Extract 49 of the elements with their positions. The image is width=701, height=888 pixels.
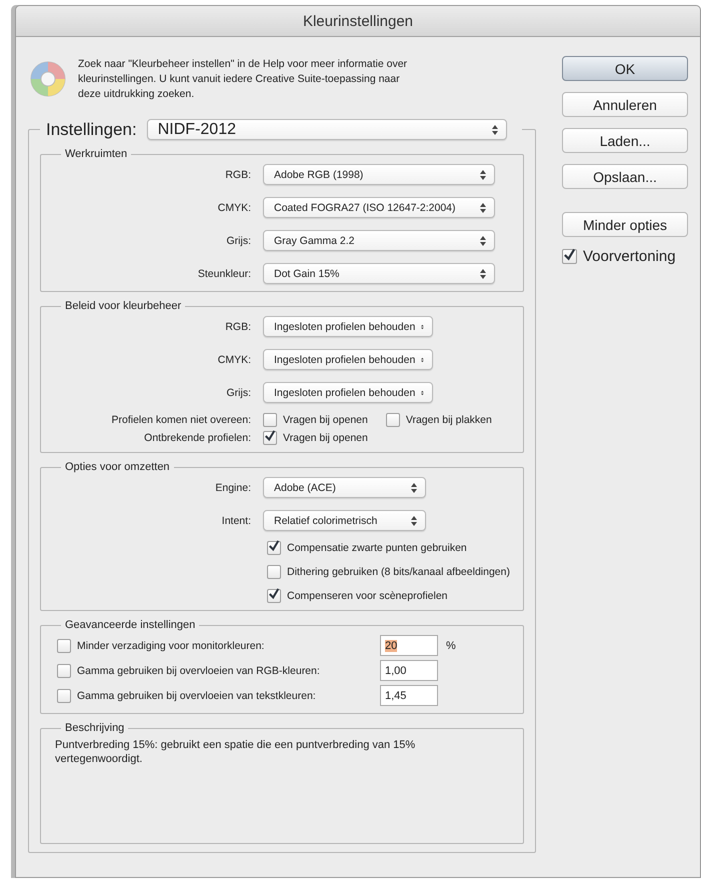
field-label: Steunkleur: bbox=[196, 268, 251, 280]
dropdown[interactable]: Dot Gain 15% bbox=[263, 263, 495, 284]
checkbox-label: Vragen bij plakken bbox=[406, 414, 492, 426]
dropdown[interactable]: Ingesloten profielen behouden bbox=[263, 316, 433, 337]
dialog-button[interactable]: OK bbox=[562, 56, 688, 81]
group-title: Opties voor omzetten bbox=[64, 461, 171, 473]
field-label: RGB: bbox=[224, 320, 251, 332]
dialog-button[interactable]: Laden... bbox=[562, 128, 688, 153]
field-label: CMYK: bbox=[216, 202, 251, 214]
checkbox-label: Gamma gebruiken bij overvloeien van RGB-kleuren: bbox=[77, 664, 320, 676]
field-label: RGB: bbox=[224, 168, 251, 180]
unit-label: % bbox=[446, 640, 457, 652]
field-label: Grijs: bbox=[226, 234, 251, 246]
input-field[interactable]: 1,00 bbox=[380, 660, 438, 681]
checkbox-label: Minder verzadiging voor monitorkleuren: bbox=[77, 640, 264, 652]
checkbox-label: Gamma gebruiken bij overvloeien van tekstkleuren: bbox=[77, 690, 316, 702]
field-label: Profielen komen niet overeen: bbox=[110, 414, 251, 426]
dropdown[interactable]: Gray Gamma 2.2 bbox=[263, 230, 495, 251]
dialog-button[interactable]: Opslaan... bbox=[562, 164, 688, 189]
field-label: Engine: bbox=[214, 482, 251, 494]
dropdown[interactable]: Ingesloten profielen behouden bbox=[263, 349, 433, 370]
input-field[interactable]: 1,45 bbox=[380, 685, 438, 706]
dropdown[interactable]: Relatief colorimetrisch bbox=[263, 510, 426, 531]
input-field[interactable]: 20 bbox=[380, 635, 438, 656]
group-title: Beschrijving bbox=[64, 722, 126, 734]
dropdown[interactable]: Coated FOGRA27 (ISO 12647-2:2004) bbox=[263, 197, 495, 218]
dropdown[interactable]: Adobe (ACE) bbox=[263, 477, 426, 498]
checkbox-label: Voorvertoning bbox=[583, 248, 676, 265]
group-title: Beleid voor kleurbeheer bbox=[64, 300, 182, 312]
field-label: CMYK: bbox=[216, 354, 251, 366]
checkbox-label: Vragen bij openen bbox=[283, 414, 368, 426]
checkbox-label: Compensatie zwarte punten gebruiken bbox=[287, 542, 467, 554]
window-title: Kleurinstellingen bbox=[302, 12, 414, 30]
checkbox-label: Dithering gebruiken (8 bits/kanaal afbeeldingen) bbox=[287, 566, 510, 578]
help-text: Zoek naar "Kleurbeheer instellen" in de Help voor meer informatie over kleurinstellingen. U kunt vanuit iedere Creative Suite-toepassing naar deze uitdrukking zoeken. bbox=[78, 56, 408, 102]
dialog-button[interactable]: Minder opties bbox=[562, 212, 688, 237]
description-text: Puntverbreding 15%: gebruikt een spatie die een puntverbreding van 15% vertegenwoordigt. bbox=[54, 738, 416, 767]
settings-label: Instellingen: bbox=[46, 120, 137, 140]
dialog-button[interactable]: Annuleren bbox=[562, 92, 688, 117]
group-title: Werkruimten bbox=[64, 148, 128, 160]
checkbox-label: Vragen bij openen bbox=[283, 432, 368, 444]
dropdown[interactable]: NIDF-2012 bbox=[146, 119, 507, 140]
field-label: Grijs: bbox=[226, 386, 251, 398]
dropdown[interactable]: Adobe RGB (1998) bbox=[263, 164, 495, 185]
group-title: Geavanceerde instellingen bbox=[64, 619, 196, 631]
dropdown[interactable]: Ingesloten profielen behouden bbox=[263, 382, 433, 403]
field-label: Ontbrekende profielen: bbox=[143, 432, 251, 444]
field-label: Intent: bbox=[220, 514, 251, 526]
checkbox-label: Compenseren voor scèneprofielen bbox=[287, 590, 448, 602]
